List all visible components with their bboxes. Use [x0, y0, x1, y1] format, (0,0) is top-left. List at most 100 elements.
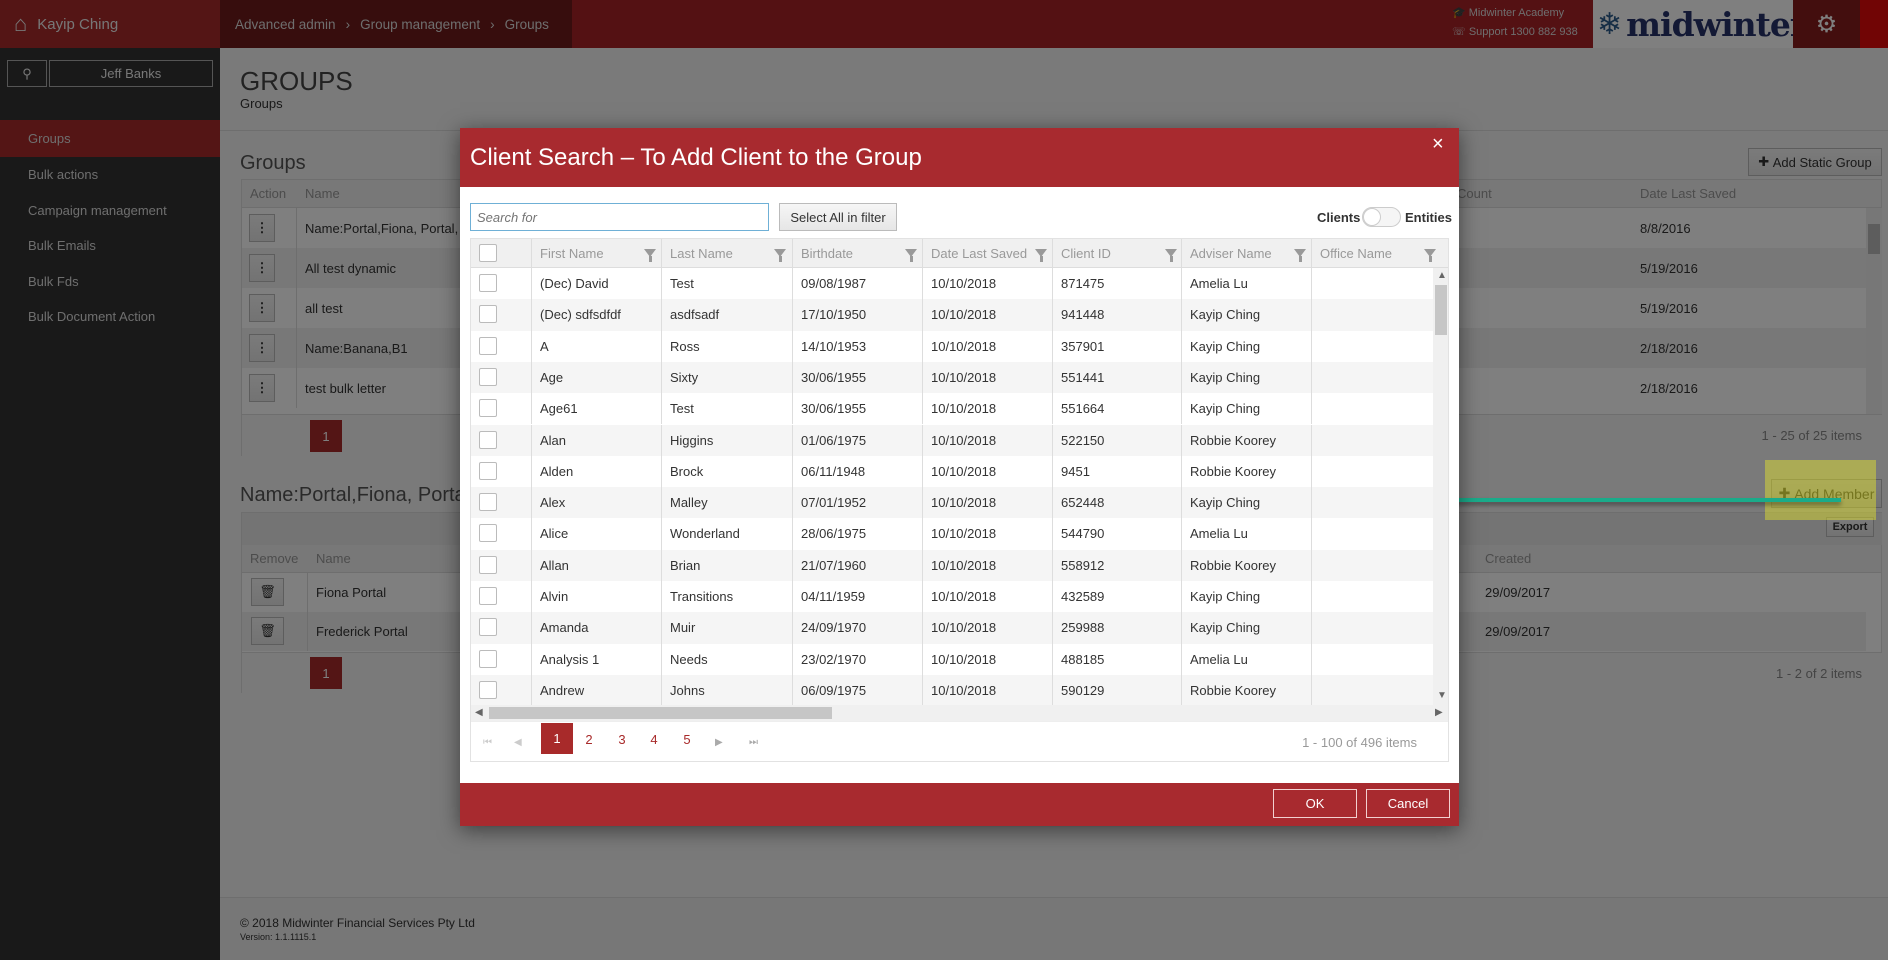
divider — [922, 239, 923, 267]
cell-client-id: 357901 — [1061, 338, 1105, 354]
row-checkbox[interactable] — [479, 274, 497, 292]
table-row[interactable]: Andrew Johns 06/09/1975 10/10/2018 590129 Rob… — [471, 674, 1433, 705]
table-row[interactable]: Alvin Transitions 04/11/1959 10/10/2018 4325… — [471, 581, 1433, 613]
divider — [922, 424, 923, 456]
next-page-icon[interactable]: ▶ — [715, 737, 723, 748]
cell-office-name — [1312, 331, 1433, 362]
cell-date-last-saved: 10/10/2018 — [931, 589, 997, 604]
cell-date-last-saved: 10/10/2018 — [931, 495, 997, 511]
search-input[interactable] — [470, 203, 769, 231]
row-checkbox[interactable] — [479, 524, 497, 543]
divider — [531, 361, 532, 394]
cell-first-name: Alden — [540, 463, 574, 479]
pager-page-5[interactable]: 5 — [677, 732, 697, 747]
row-checkbox[interactable] — [479, 399, 497, 418]
pager-page-3[interactable]: 3 — [612, 732, 632, 747]
cell-client-id: 544790 — [1061, 526, 1105, 542]
filter-icon[interactable] — [1165, 249, 1177, 262]
row-checkbox[interactable] — [479, 493, 497, 512]
table-row[interactable]: Age61 Test 30/06/1955 10/10/2018 551664 Kayip… — [471, 393, 1433, 425]
close-icon[interactable]: × — [1432, 133, 1444, 156]
cell-client-id: 551441 — [1061, 369, 1105, 385]
divider — [922, 299, 923, 331]
cell-client-id: 432589 — [1061, 589, 1105, 604]
col-last-name[interactable]: Last Name — [662, 239, 792, 267]
table-row[interactable]: (Dec) David Test 09/08/1987 10/10/2018 87147… — [471, 268, 1433, 300]
table-row[interactable]: Allan Brian 21/07/1960 10/10/2018 558912 Robb… — [471, 549, 1433, 581]
cell-office-name — [1312, 675, 1433, 705]
divider — [1311, 424, 1312, 456]
row-checkbox[interactable] — [479, 367, 497, 386]
filter-icon[interactable] — [1035, 249, 1047, 262]
cell-date-last-saved: 10/10/2018 — [931, 307, 997, 323]
cell-adviser-name: Amelia Lu — [1190, 276, 1248, 291]
col-adviser-name[interactable]: Adviser Name — [1182, 239, 1312, 267]
cancel-button[interactable]: Cancel — [1366, 789, 1450, 818]
cell-last-name: Muir — [670, 620, 696, 636]
col-client-id[interactable]: Client ID — [1053, 239, 1183, 267]
table-row[interactable]: Alex Malley 07/01/1952 10/10/2018 652448 Kayi… — [471, 487, 1433, 519]
pager-page-1[interactable]: 1 — [541, 723, 573, 754]
row-checkbox[interactable] — [479, 555, 497, 574]
table-row[interactable]: (Dec) sdfsdfdf asdfsadf 17/10/1950 10/10/20… — [471, 299, 1433, 331]
vertical-scrollbar[interactable]: ▲ ▼ — [1433, 268, 1448, 705]
table-row[interactable]: Amanda Muir 24/09/1970 10/10/2018 259988 Kayi… — [471, 612, 1433, 644]
row-checkbox[interactable] — [479, 587, 497, 605]
scroll-down-icon[interactable]: ▼ — [1437, 690, 1447, 701]
table-row[interactable]: A Ross 14/10/1953 10/10/2018 357901 Kayip Chi… — [471, 330, 1433, 362]
last-page-icon[interactable]: ⏭ — [749, 737, 758, 748]
row-checkbox[interactable] — [479, 336, 497, 355]
scroll-left-icon[interactable]: ◀ — [475, 707, 483, 718]
prev-page-icon[interactable]: ◀ — [514, 737, 522, 748]
filter-icon[interactable] — [905, 249, 917, 262]
divider — [1052, 518, 1053, 550]
cell-birthdate: 28/06/1975 — [801, 526, 867, 542]
first-page-icon[interactable]: ⏮ — [483, 737, 492, 748]
divider — [1181, 455, 1182, 488]
horizontal-scrollbar[interactable]: ◀ ▶ — [471, 705, 1448, 721]
divider — [922, 455, 923, 488]
divider — [661, 518, 662, 550]
ok-button[interactable]: OK — [1273, 789, 1357, 818]
divider — [1052, 455, 1053, 488]
clients-entities-toggle[interactable] — [1362, 207, 1401, 227]
pager-page-2[interactable]: 2 — [579, 732, 599, 747]
divider — [1181, 299, 1182, 331]
divider — [792, 361, 793, 394]
select-all-in-filter-button[interactable]: Select All in filter — [779, 203, 897, 231]
table-row[interactable]: Age Sixty 30/06/1955 10/10/2018 551441 Kayip … — [471, 361, 1433, 394]
filter-icon[interactable] — [1424, 249, 1436, 262]
scroll-right-icon[interactable]: ▶ — [1435, 707, 1443, 718]
table-row[interactable]: Alice Wonderland 28/06/1975 10/10/2018 54479… — [471, 518, 1433, 550]
pager-page-4[interactable]: 4 — [644, 732, 664, 747]
filter-icon[interactable] — [774, 249, 786, 262]
row-checkbox[interactable] — [479, 430, 497, 449]
row-checkbox[interactable] — [479, 305, 497, 324]
cell-office-name — [1312, 362, 1433, 393]
table-row[interactable]: Alan Higgins 01/06/1975 10/10/2018 522150 Rob… — [471, 424, 1433, 456]
table-row[interactable]: Alden Brock 06/11/1948 10/10/2018 9451 Robbie… — [471, 455, 1433, 488]
cell-adviser-name: Robbie Koorey — [1190, 557, 1276, 573]
col-first-name[interactable]: First Name — [532, 239, 662, 267]
filter-icon[interactable] — [644, 249, 656, 262]
table-row[interactable]: Analysis 1 Needs 23/02/1970 10/10/2018 48818… — [471, 643, 1433, 675]
row-checkbox[interactable] — [479, 618, 497, 637]
divider — [531, 549, 532, 581]
row-checkbox[interactable] — [479, 649, 497, 668]
row-checkbox[interactable] — [479, 680, 497, 699]
select-all-checkbox[interactable] — [479, 244, 497, 262]
col-date-last-saved[interactable]: Date Last Saved — [923, 239, 1053, 267]
col-birthdate[interactable]: Birthdate — [793, 239, 923, 267]
col-office-name[interactable]: Office Name — [1312, 239, 1442, 267]
cell-first-name: Alan — [540, 432, 567, 448]
cell-office-name — [1312, 393, 1433, 424]
row-checkbox[interactable] — [479, 461, 497, 480]
divider — [1311, 518, 1312, 550]
divider — [922, 268, 923, 300]
divider — [1052, 330, 1053, 362]
divider — [792, 239, 793, 267]
pager-summary: 1 - 100 of 496 items — [1302, 735, 1417, 750]
divider — [531, 487, 532, 519]
scroll-up-icon[interactable]: ▲ — [1437, 270, 1447, 281]
filter-icon[interactable] — [1294, 249, 1306, 262]
